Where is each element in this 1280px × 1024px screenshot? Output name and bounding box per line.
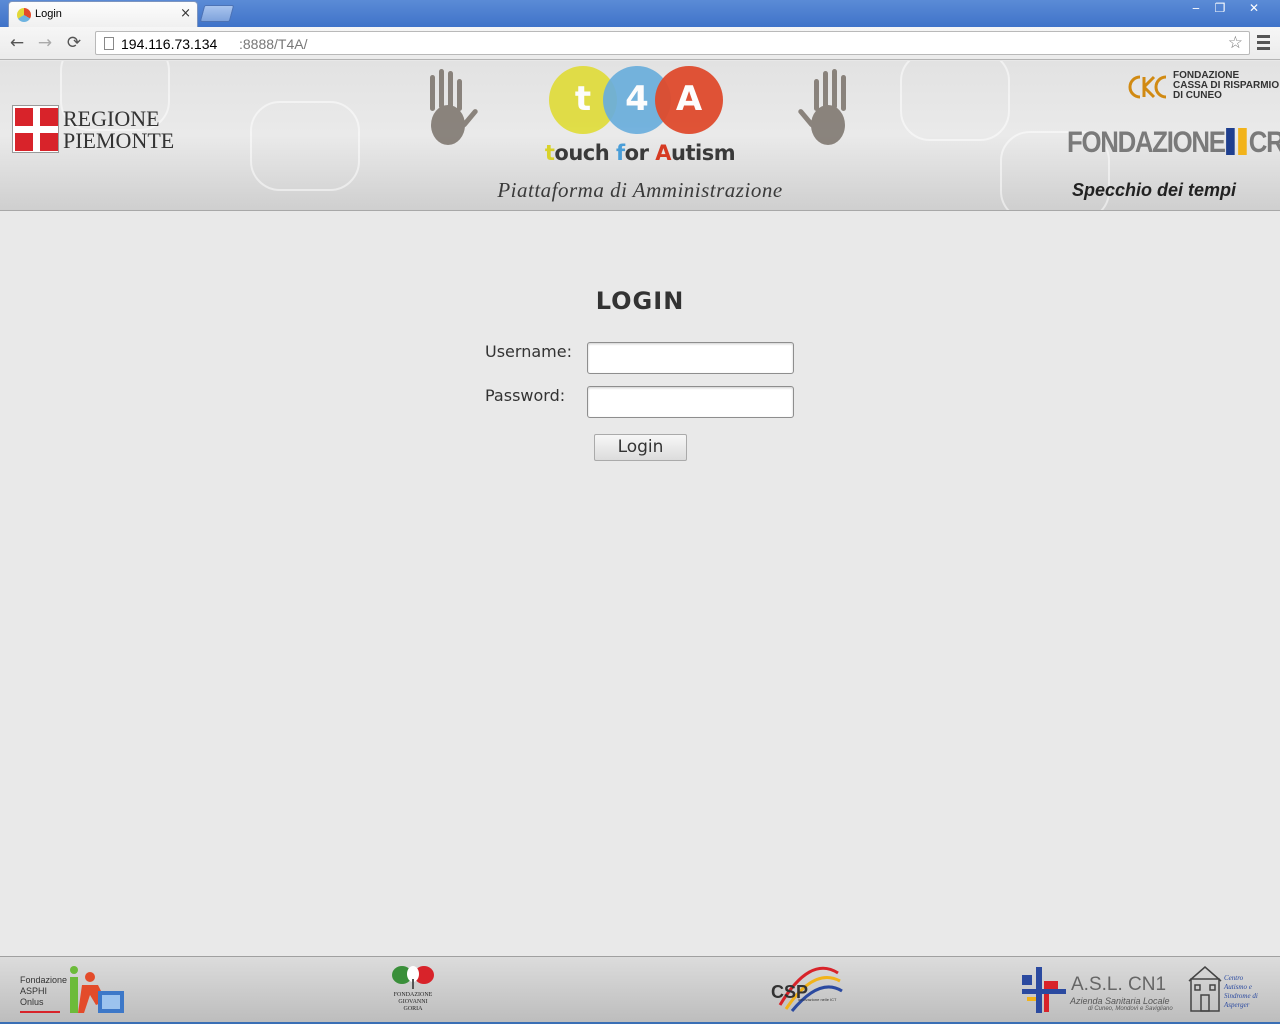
regione-text-line2: PIEMONTE — [63, 128, 175, 153]
asphi-underline — [20, 1011, 60, 1013]
window-minimize-button[interactable]: ‒ — [1184, 0, 1208, 18]
window-close-button[interactable]: ✕ — [1234, 0, 1274, 18]
tab-title: Login — [35, 8, 62, 20]
specchio-dei-tempi-logo: Specchio dei tempi — [1072, 180, 1237, 200]
login-title: LOGIN — [595, 287, 685, 315]
autismo-text: Centro Autismo e Sindrome di Asperger — [1224, 974, 1258, 1009]
browser-menu-icon[interactable] — [1256, 32, 1272, 52]
url-host: 194.116.73.134 — [121, 36, 218, 52]
back-arrow-icon[interactable]: ← — [6, 32, 28, 54]
tab-favicon-icon — [17, 8, 31, 22]
asl-name: A.S.L. CN1 — [1071, 974, 1167, 995]
asl-subtitle: Azienda Sanitaria Locale — [1070, 996, 1170, 1006]
left-handprint-icon — [430, 69, 478, 145]
login-page-content: LOGIN Username: Password: Login — [0, 211, 1280, 956]
window-restore-button[interactable]: ❐ — [1208, 0, 1232, 18]
login-button[interactable]: Login — [594, 434, 687, 461]
tab-close-icon[interactable]: × — [180, 6, 191, 21]
regione-text-line1: REGIONE — [63, 106, 160, 131]
username-label: Username: — [485, 342, 572, 361]
regione-flag-icon — [12, 105, 59, 153]
page-icon — [104, 37, 114, 50]
right-handprint-icon — [798, 69, 846, 145]
asphi-figure-icon — [70, 966, 124, 1013]
goria-tree-icon — [392, 966, 434, 989]
autismo-building-icon — [1188, 966, 1222, 1012]
csp-logo: CSP innovazione nelle ICT — [770, 965, 850, 1017]
browser-toolbar: ← → ⟳ 194.116.73.134 :8888/T4A/ ☆ — [0, 27, 1280, 60]
forward-arrow-icon[interactable]: → — [34, 32, 56, 54]
asl-location: di Cuneo, Mondovì e Savigliano — [1088, 1006, 1173, 1012]
asl-cross-icon — [1022, 967, 1066, 1013]
logo-circle-a: A — [655, 66, 723, 134]
platform-title: Piattaforma di Amministrazione — [497, 178, 783, 202]
browser-titlebar: Login × ‒ ❐ ✕ — [0, 0, 1280, 27]
bookmark-star-icon[interactable]: ☆ — [1228, 33, 1243, 53]
asphi-text: Fondazione ASPHI Onlus — [20, 975, 68, 1007]
fondazione-crt-logo: FONDAZIONECRT — [1067, 126, 1280, 159]
address-bar[interactable]: 194.116.73.134 :8888/T4A/ ☆ — [95, 31, 1250, 55]
browser-tab[interactable]: Login × — [8, 1, 198, 27]
reload-icon[interactable]: ⟳ — [63, 32, 85, 54]
password-label: Password: — [485, 386, 566, 405]
puzzle-background-shape — [900, 61, 1010, 141]
puzzle-background-shape — [250, 101, 360, 191]
touch-for-autism-tagline: touch for Autism — [544, 141, 736, 165]
crc-mark-icon — [1128, 75, 1167, 99]
url-path: :8888/T4A/ — [239, 36, 308, 52]
password-input[interactable] — [587, 386, 794, 418]
page-header: REGIONE PIEMONTE t 4 A touch for Autism … — [0, 61, 1280, 211]
csp-subtitle: innovazione nelle ICT — [798, 997, 837, 1002]
new-tab-button[interactable] — [199, 5, 235, 22]
crc-text: FONDAZIONE CASSA DI RISPARMIO DI CUNEO — [1173, 70, 1280, 101]
page-footer: Fondazione ASPHI Onlus FONDAZIONE GIOVAN… — [0, 956, 1280, 1022]
goria-text: FONDAZIONE GIOVANNI GORIA — [393, 992, 433, 1012]
username-input[interactable] — [587, 342, 794, 374]
